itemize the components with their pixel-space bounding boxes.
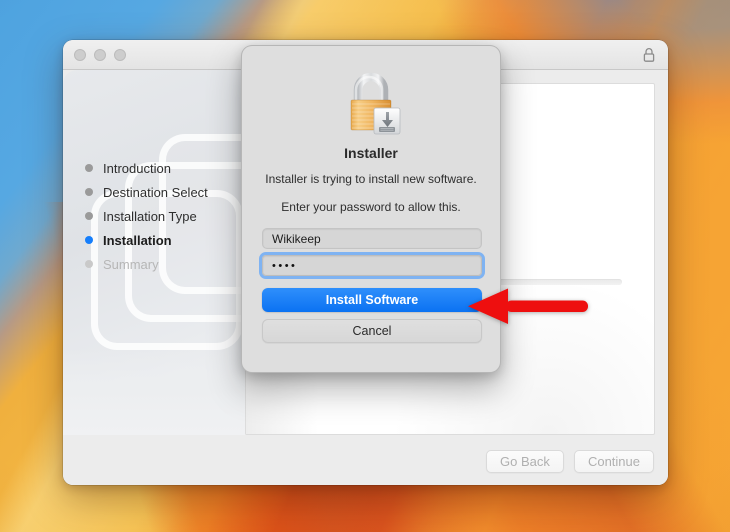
- dialog-message: Installer is trying to install new softw…: [265, 172, 477, 186]
- sidebar-step-installation-type: Installation Type: [85, 204, 208, 228]
- sidebar-step-destination-select: Destination Select: [85, 180, 208, 204]
- dialog-subtext: Enter your password to allow this.: [281, 200, 461, 214]
- password-focus-ring: ••••: [259, 252, 485, 279]
- traffic-lights: [74, 49, 126, 61]
- step-bullet-icon: [85, 188, 93, 196]
- dialog-title: Installer: [344, 145, 398, 161]
- step-label: Destination Select: [103, 184, 208, 200]
- lock-icon[interactable]: [642, 47, 656, 63]
- window-footer: Go Back Continue: [485, 450, 654, 473]
- sidebar-step-installation: Installation: [85, 228, 208, 252]
- zoom-button[interactable]: [114, 49, 126, 61]
- step-bullet-icon: [85, 212, 93, 220]
- step-label: Installation: [103, 232, 172, 248]
- authentication-dialog: Installer Installer is trying to install…: [241, 45, 501, 373]
- install-software-button[interactable]: Install Software: [262, 288, 482, 312]
- step-label: Introduction: [103, 160, 171, 176]
- sidebar-step-summary: Summary: [85, 252, 208, 276]
- go-back-button[interactable]: Go Back: [485, 450, 564, 473]
- step-bullet-icon: [85, 164, 93, 172]
- step-bullet-icon: [85, 236, 93, 244]
- installer-steps-list: Introduction Destination Select Installa…: [85, 156, 208, 276]
- step-label: Summary: [103, 256, 159, 272]
- password-input[interactable]: ••••: [262, 255, 482, 276]
- minimize-button[interactable]: [94, 49, 106, 61]
- desktop-wallpaper: Introduction Destination Select Installa…: [0, 0, 730, 532]
- lock-with-download-badge-icon: [334, 66, 408, 140]
- username-input[interactable]: Wikikeep: [262, 228, 482, 249]
- annotation-arrow-icon: [466, 288, 594, 326]
- cancel-button[interactable]: Cancel: [262, 319, 482, 343]
- step-label: Installation Type: [103, 208, 197, 224]
- step-bullet-icon: [85, 260, 93, 268]
- installer-sidebar: Introduction Destination Select Installa…: [63, 70, 245, 435]
- continue-button[interactable]: Continue: [573, 450, 654, 473]
- sidebar-fade-overlay: [63, 349, 245, 435]
- sidebar-step-introduction: Introduction: [85, 156, 208, 180]
- close-button[interactable]: [74, 49, 86, 61]
